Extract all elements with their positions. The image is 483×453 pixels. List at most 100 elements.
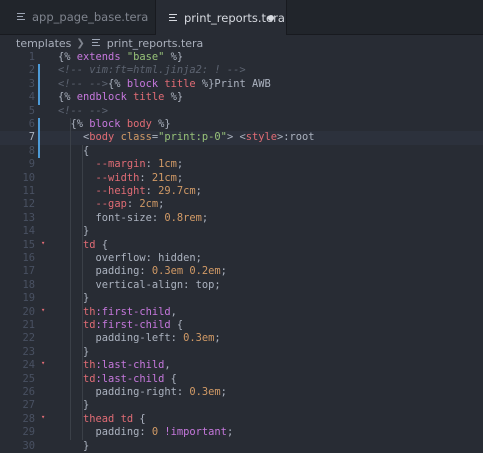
code-line[interactable]: 28 ▾ thead td { [0,413,483,426]
git-change-marker[interactable] [38,64,40,78]
tab-label: app_page_base.tera [32,10,149,24]
line-number: 9 [28,158,35,171]
code-token: , [164,359,171,372]
code-line[interactable]: 14 } [0,225,483,238]
code-line[interactable]: 8 { [0,144,483,159]
code-line[interactable]: 1 {% extends "base" %} [0,51,483,64]
code-token: "print:p-0" [158,131,227,144]
code-line[interactable]: 4 {% endblock title %} [0,91,483,105]
code-token: %} [164,91,184,104]
code-text: } [58,346,89,359]
code-line[interactable]: 12 --gap: 2cm; [0,198,483,211]
code-text: } [58,399,89,412]
line-number: 5 [28,104,35,117]
git-removed-marker-icon[interactable]: ▾ [41,237,46,247]
code-text: padding: 0 !important; [58,426,234,439]
code-line[interactable]: 15 ▾ td { [0,239,483,252]
git-change-marker[interactable] [38,118,40,132]
code-line[interactable]: 2 <!-- vim:ft=html.jinja2: ! --> [0,64,483,78]
code-line[interactable]: 3 <!-- -->{% block title %}Print AWB [0,77,483,92]
code-line[interactable]: 13 font-size: 0.8rem; [0,212,483,225]
code-line[interactable]: 19 } [0,292,483,305]
git-change-marker[interactable] [38,91,40,105]
breadcrumb-file[interactable]: print_reports.tera [107,37,204,50]
git-change-marker[interactable] [38,131,40,145]
code-line[interactable]: 20 ▾ th:first-child, [0,306,483,319]
code-token: style [245,131,278,144]
line-number: 19 [22,292,35,305]
code-line[interactable]: 6 {% block body %} [0,118,483,132]
code-line[interactable]: 9 --margin: 1cm; [0,158,483,171]
code-token: "base" [126,51,165,63]
code-editor[interactable]: 1 {% extends "base" %} 2 <!-- vim:ft=html.j… [0,51,483,452]
code-text: td:first-child { [58,319,183,332]
git-change-marker[interactable] [38,144,40,159]
file-lines-icon [168,13,178,23]
code-token: --margin [95,158,146,171]
line-number: 25 [22,372,35,385]
git-removed-marker-icon[interactable]: ▾ [41,357,46,367]
code-token: <!-- vim:ft=html.jinja2: ! --> [58,64,246,77]
code-line[interactable]: 7 <body class="print:p-0"> <style>:root [0,131,483,145]
code-token: endblock [76,91,127,104]
code-token: ; [201,211,209,224]
code-line[interactable]: 11 --height: 29.7cm; [0,185,483,198]
code-line[interactable]: 18 vertical-align: top; [0,279,483,292]
code-line[interactable]: 24 ▾ th:last-child, [0,359,483,372]
line-number: 20 [22,305,35,318]
code-token: thead td [83,412,134,425]
code-text: --gap: 2cm; [58,198,165,211]
code-line[interactable]: 25 td:last-child { [0,373,483,386]
code-token: ; [220,386,227,398]
line-number: 18 [22,278,35,291]
git-removed-marker-icon[interactable]: ▾ [41,411,46,421]
code-text: th:first-child, [58,306,177,319]
code-line[interactable]: 10 --width: 21cm; [0,172,483,185]
code-text: td:last-child { [58,373,177,386]
code-token: { [95,238,109,251]
code-token: > < [226,131,246,144]
code-token: %}Print AWB [195,77,271,90]
unsaved-dot-icon[interactable] [268,15,274,21]
code-line[interactable]: 30 } [0,440,483,453]
line-number: 12 [22,198,35,211]
code-text: <!-- vim:ft=html.jinja2: ! --> [58,64,246,77]
code-token: ; [158,198,165,211]
code-line[interactable]: 29 padding: 0 !important; [0,426,483,439]
code-line[interactable]: 17 padding: 0.3em 0.2em; [0,265,483,278]
code-token: 21cm [151,171,177,184]
code-line[interactable]: 21 td:first-child { [0,319,483,332]
code-token: } [58,292,90,305]
code-token: ; [226,426,234,439]
code-token: <!-- --> [58,104,109,117]
code-text: } [58,440,89,453]
breadcrumb-folder[interactable]: templates [16,37,71,50]
code-token: padding: [58,426,152,439]
git-change-marker[interactable] [38,77,40,92]
code-token: ; [214,332,221,345]
code-token: { [170,319,184,331]
code-line[interactable]: 22 padding-left: 0.3em; [0,332,483,345]
tab-print-reports[interactable]: print_reports.tera [155,0,287,35]
code-token: %} [151,118,171,130]
code-token: } [58,399,90,412]
code-line[interactable]: 16 overflow: hidden; [0,252,483,265]
line-number: 26 [22,386,35,398]
line-number: 13 [22,211,35,224]
code-token: %} [164,51,184,63]
code-line[interactable]: 26 padding-right: 0.3em; [0,386,483,399]
code-line[interactable]: 27 } [0,399,483,412]
code-line[interactable]: 5 <!-- --> [0,105,483,118]
code-token: extends [76,51,121,63]
code-text: padding-right: 0.3em; [58,386,227,399]
code-token: th [83,305,96,318]
code-token: td [83,238,96,251]
code-line[interactable]: 23 } [0,346,483,359]
tab-app-page-base[interactable]: app_page_base.tera [0,0,154,34]
git-removed-marker-icon[interactable]: ▾ [41,304,46,314]
code-token: block [89,118,121,130]
code-token: padding: [58,265,152,278]
